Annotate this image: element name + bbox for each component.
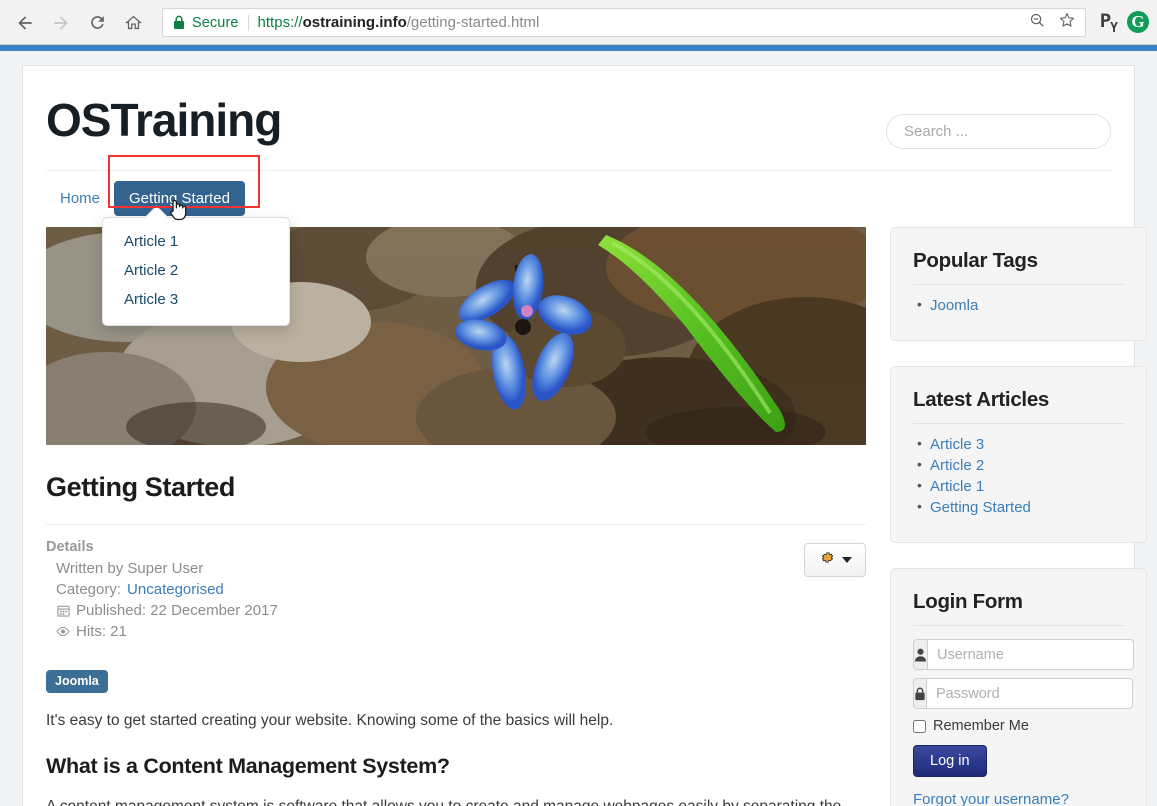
detail-author: Written by Super User (46, 558, 278, 579)
article-options-button[interactable] (804, 543, 866, 577)
reload-button[interactable] (80, 6, 114, 40)
list-item: Article 3 (917, 433, 1124, 455)
detail-published: Published: 22 December 2017 (46, 600, 278, 621)
chevron-down-icon (842, 557, 852, 563)
article-subheading: What is a Content Management System? (46, 754, 450, 778)
username-group (913, 639, 1134, 670)
calendar-icon (56, 604, 70, 617)
tag-link-joomla[interactable]: Joomla (930, 297, 978, 314)
module-login-form: Login Form Username Remember Me Log in F… (890, 568, 1147, 806)
home-button[interactable] (116, 6, 150, 40)
details-label: Details (46, 539, 94, 555)
site-header: OSTraining (46, 66, 1111, 149)
omnibox-separator (247, 14, 249, 31)
hits-text: Hits: 21 (76, 623, 127, 640)
nav-item-home[interactable]: Home (46, 183, 114, 214)
category-label: Category: (56, 581, 122, 598)
module-latest-articles: Latest Articles Article 3 Article 2 Arti… (890, 366, 1147, 543)
remember-me-checkbox[interactable] (913, 719, 926, 733)
dropdown-item-article-3[interactable]: Article 3 (103, 285, 289, 314)
browser-nav-buttons (8, 6, 150, 40)
back-arrow-icon (18, 15, 32, 30)
eye-icon (56, 626, 70, 637)
chrome-divider (0, 44, 1157, 45)
address-bar[interactable]: Secure https://ostraining.info/getting-s… (162, 8, 1086, 37)
details-list: Written by Super User Category: Uncatego… (46, 558, 278, 642)
password-group (913, 678, 1133, 709)
lock-icon (173, 15, 185, 30)
latest-link-getting-started[interactable]: Getting Started (930, 499, 1031, 516)
site-container: OSTraining Home Getting Started Article … (22, 65, 1147, 806)
list-item: Article 2 (917, 454, 1124, 476)
list-item: Joomla (917, 294, 1124, 316)
user-icon (913, 639, 927, 670)
omnibox-actions (1029, 11, 1079, 34)
nav-dropdown-menu: Article 1 Article 2 Article 3 (102, 217, 290, 326)
lock-icon (913, 678, 926, 709)
article-intro-paragraph: It's easy to get started creating your w… (46, 712, 614, 729)
article-details: Details Written by Super User Category: … (46, 539, 278, 642)
mouse-cursor-icon (167, 197, 189, 228)
forward-button[interactable] (44, 6, 78, 40)
zoom-out-icon[interactable] (1029, 12, 1046, 34)
password-input[interactable] (926, 678, 1133, 709)
back-button[interactable] (8, 6, 42, 40)
latest-link-article-3[interactable]: Article 3 (930, 436, 984, 453)
login-button[interactable]: Log in (913, 745, 987, 777)
remember-me-row: Remember Me (913, 718, 1124, 734)
url-scheme: https:// (257, 14, 303, 31)
remember-me-label[interactable]: Remember Me (933, 718, 1029, 734)
latest-link-article-1[interactable]: Article 1 (930, 478, 984, 495)
reload-icon (90, 16, 104, 29)
author-text: Written by Super User (56, 560, 204, 577)
popular-tags-title: Popular Tags (913, 249, 1124, 285)
page-background: OSTraining Home Getting Started Article … (0, 51, 1157, 806)
article-title: Getting Started (46, 472, 236, 502)
login-form-title: Login Form (913, 590, 1124, 626)
list-item: Article 1 (917, 475, 1124, 497)
article-body-paragraph: A content management system is software … (46, 794, 846, 806)
star-icon[interactable] (1058, 11, 1076, 34)
latest-link-article-2[interactable]: Article 2 (930, 457, 984, 474)
browser-chrome: Secure https://ostraining.info/getting-s… (0, 0, 1157, 45)
extension-python-icon[interactable]: PY (1100, 10, 1118, 36)
category-link[interactable]: Uncategorised (127, 579, 224, 600)
published-text: Published: 22 December 2017 (76, 602, 278, 619)
list-item: Getting Started (917, 496, 1124, 518)
url-host: ostraining.info (302, 14, 407, 31)
url-path: /getting-started.html (406, 14, 540, 31)
forgot-username-link[interactable]: Forgot your username? (913, 791, 1124, 806)
popular-tags-list: Joomla (913, 294, 1124, 316)
extensions-area: PY (1092, 10, 1149, 36)
main-navigation: Home Getting Started Article 1 Article 2… (46, 155, 1111, 326)
latest-articles-list: Article 3 Article 2 Article 1 Getting St… (913, 433, 1124, 518)
site-brand[interactable]: OSTraining (46, 97, 282, 143)
url-text: https://ostraining.info/getting-started.… (258, 14, 540, 31)
sidebar-column: Popular Tags Joomla Latest Articles Arti… (890, 227, 1147, 806)
detail-hits: Hits: 21 (46, 621, 278, 642)
dropdown-item-article-1[interactable]: Article 1 (103, 227, 289, 256)
module-popular-tags: Popular Tags Joomla (890, 227, 1147, 341)
secure-label: Secure (192, 14, 239, 31)
search-input[interactable] (886, 114, 1111, 149)
detail-category: Category: Uncategorised (46, 579, 278, 600)
gear-icon (818, 549, 835, 571)
extension-green-g-icon[interactable] (1127, 11, 1149, 34)
home-icon (124, 15, 142, 30)
username-input[interactable] (927, 639, 1134, 670)
forward-arrow-icon (54, 15, 68, 30)
article-tag-badge[interactable]: Joomla (46, 670, 108, 693)
article-details-row: Details Written by Super User Category: … (46, 539, 866, 642)
title-divider (46, 524, 866, 525)
latest-articles-title: Latest Articles (913, 388, 1124, 424)
dropdown-item-article-2[interactable]: Article 2 (103, 256, 289, 285)
